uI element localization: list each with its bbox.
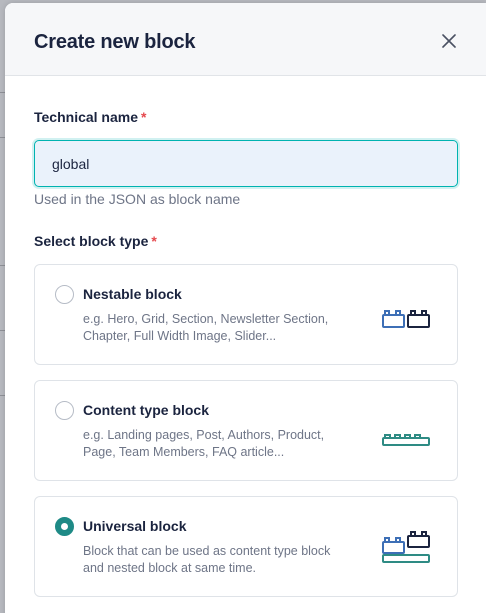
nestable-description: e.g. Hero, Grid, Section, Newsletter Sec… [83,312,329,343]
universal-block-icon [382,531,430,563]
content-type-block-icon [382,434,430,446]
technical-name-hint: Used in the JSON as block name [34,191,241,207]
block-type-label: Select block type * [34,233,157,249]
modal-header: Create new block [5,3,486,76]
required-mark: * [151,233,157,249]
nestable-block-icon [382,310,430,328]
create-block-modal: Create new block Technical name* Used in… [5,3,486,613]
block-option-content-type[interactable]: Content type block e.g. Landing pages, P… [34,380,458,481]
content-type-radio[interactable] [55,401,74,420]
content-type-description: e.g. Landing pages, Post, Authors, Produ… [83,428,325,459]
nestable-title: Nestable block [83,286,182,302]
content-type-title: Content type block [83,402,210,418]
required-mark: * [141,109,147,125]
technical-name-label-text: Technical name [34,109,139,125]
technical-name-input[interactable] [34,140,458,187]
universal-title: Universal block [83,518,187,534]
universal-description: Block that can be used as content type b… [83,544,331,575]
universal-radio[interactable] [55,517,74,536]
close-button[interactable] [437,29,461,53]
nestable-radio[interactable] [55,285,74,304]
close-icon [442,34,456,48]
modal-title: Create new block [34,31,196,53]
block-option-universal[interactable]: Universal block Block that can be used a… [34,496,458,597]
technical-name-label: Technical name * [34,109,146,125]
block-type-label-text: Select block type [34,233,149,249]
block-option-nestable[interactable]: Nestable block e.g. Hero, Grid, Section,… [34,264,458,365]
